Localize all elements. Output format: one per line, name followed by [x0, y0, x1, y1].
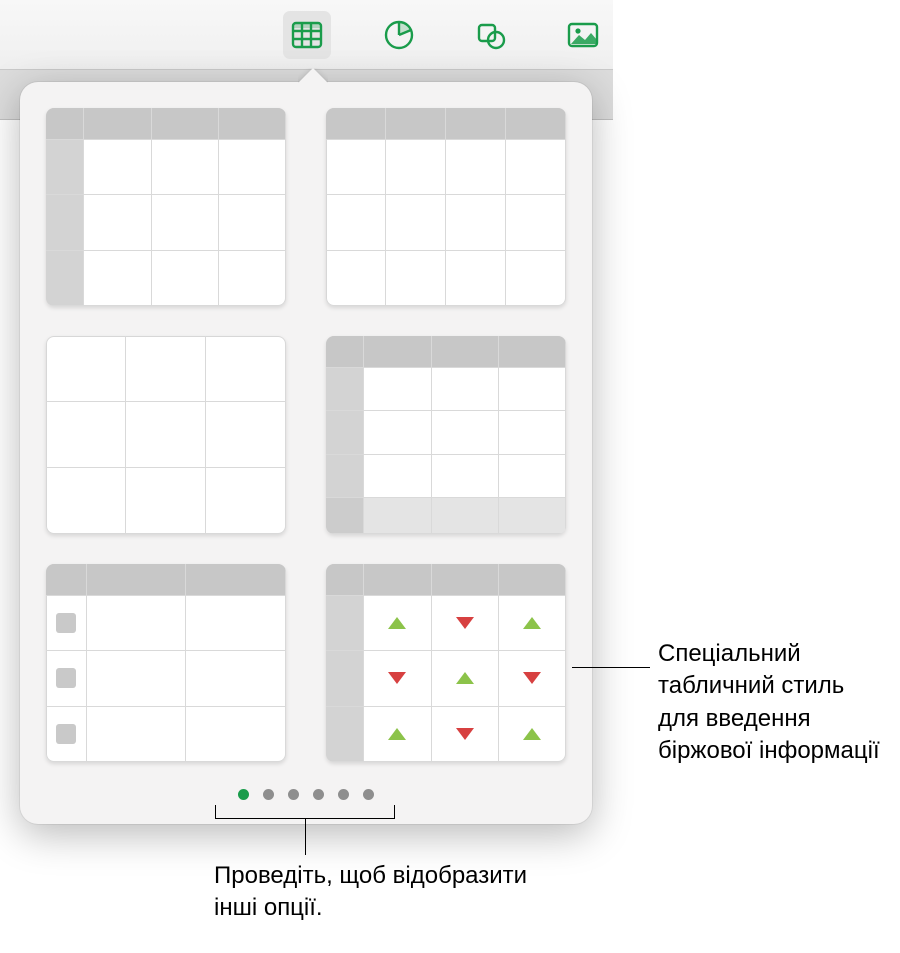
toolbar [0, 0, 613, 70]
table-style-header-footer[interactable] [326, 336, 566, 534]
table-icon [290, 18, 324, 52]
pie-icon [382, 18, 416, 52]
table-styles-popover [20, 82, 592, 824]
checkbox-icon [56, 724, 76, 744]
triangle-up-icon [388, 617, 406, 629]
table-style-checklist[interactable] [46, 564, 286, 762]
triangle-up-icon [456, 672, 474, 684]
popover-arrow [298, 68, 328, 83]
insert-shape-button[interactable] [467, 11, 515, 59]
callout-dots-label: Проведіть, щоб відобразити інші опції. [214, 860, 544, 925]
callout-leader-line [305, 819, 306, 855]
triangle-down-icon [456, 728, 474, 740]
insert-media-button[interactable] [559, 11, 607, 59]
triangle-up-icon [523, 728, 541, 740]
page-dot[interactable] [288, 789, 299, 800]
table-style-header-row-col[interactable] [46, 108, 286, 306]
checkbox-icon [56, 668, 76, 688]
page-dot[interactable] [313, 789, 324, 800]
page-dots[interactable] [20, 789, 592, 800]
triangle-down-icon [456, 617, 474, 629]
page-dot[interactable] [338, 789, 349, 800]
callout-bracket [215, 805, 395, 819]
page-dot[interactable] [238, 789, 249, 800]
page-dot[interactable] [363, 789, 374, 800]
triangle-up-icon [523, 617, 541, 629]
insert-chart-button[interactable] [375, 11, 423, 59]
table-styles-grid [46, 108, 566, 762]
media-icon [566, 18, 600, 52]
shape-icon [474, 18, 508, 52]
insert-table-button[interactable] [283, 11, 331, 59]
triangle-down-icon [388, 672, 406, 684]
triangle-up-icon [388, 728, 406, 740]
page-dot[interactable] [263, 789, 274, 800]
checkbox-icon [56, 613, 76, 633]
triangle-down-icon [523, 672, 541, 684]
table-style-header-row[interactable] [326, 108, 566, 306]
callout-leader-line [572, 667, 650, 668]
table-style-stock[interactable] [326, 564, 566, 762]
callout-stock-label: Спеціальний табличний стиль для введення… [658, 638, 890, 768]
table-style-plain[interactable] [46, 336, 286, 534]
